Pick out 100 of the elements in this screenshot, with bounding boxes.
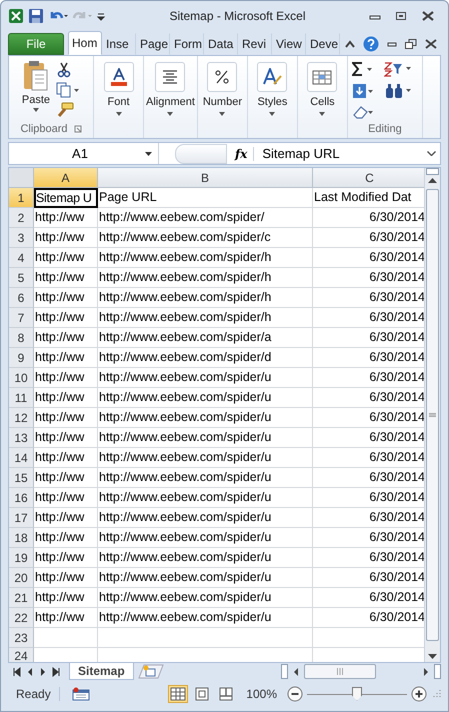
table-cell: Sitemap U [34, 188, 98, 208]
formula-bar-handle[interactable] [175, 144, 227, 164]
table-cell: http://www.eebew.com/spider/a [98, 328, 313, 348]
row-header[interactable]: 17 [9, 508, 34, 528]
split-handle[interactable] [434, 664, 441, 679]
row-header[interactable]: 23 [9, 628, 34, 648]
table-cell: http://ww [34, 408, 98, 428]
name-box[interactable]: A1 [9, 143, 159, 164]
next-sheet-icon[interactable] [38, 666, 48, 676]
dropdown-arrow-icon [219, 112, 226, 116]
scroll-thumb[interactable] [304, 664, 376, 679]
row-header[interactable]: 24 [9, 648, 34, 662]
row-header[interactable]: 10 [9, 368, 34, 388]
normal-view-icon[interactable] [168, 685, 188, 703]
row-header[interactable]: 8 [9, 328, 34, 348]
table-cell: http://www.eebew.com/spider/u [98, 568, 313, 588]
first-sheet-icon[interactable] [12, 666, 22, 676]
table-cell: http://www.eebew.com/spider/ [98, 208, 313, 228]
last-sheet-icon[interactable] [51, 666, 61, 676]
row-header[interactable]: 15 [9, 468, 34, 488]
ribbon-group-button[interactable]: Cells [298, 56, 348, 138]
restore-icon[interactable] [405, 39, 417, 49]
close-icon[interactable] [425, 39, 437, 49]
row-header[interactable]: 20 [9, 568, 34, 588]
table-cell: http://www.eebew.com/spider/u [98, 608, 313, 628]
dropdown-arrow-icon [32, 108, 39, 112]
dropdown-arrow-icon [167, 112, 174, 116]
maximize-icon[interactable] [395, 11, 407, 21]
column-header[interactable]: B [98, 168, 313, 188]
row-header[interactable]: 18 [9, 528, 34, 548]
row-header[interactable]: 19 [9, 548, 34, 568]
row-header[interactable]: 5 [9, 268, 34, 288]
formula-input[interactable]: Sitemap URL [254, 146, 427, 161]
column-header[interactable]: C [313, 168, 424, 188]
ribbon-group-button[interactable]: Number [198, 56, 248, 138]
format-painter-icon[interactable] [56, 102, 74, 118]
row-header[interactable]: 3 [9, 228, 34, 248]
record-macro-icon[interactable] [72, 687, 90, 701]
ribbon-group-button[interactable]: Styles [248, 56, 298, 138]
row-header[interactable]: 1 [9, 188, 34, 208]
close-icon[interactable] [421, 11, 435, 21]
row-header[interactable]: 2 [9, 208, 34, 228]
zoom-level[interactable]: 100% [246, 687, 277, 701]
fill-down-icon[interactable] [352, 82, 374, 99]
excel-logo-icon[interactable] [8, 8, 24, 24]
ribbon-group-button[interactable]: Alignment [144, 56, 198, 138]
table-cell: http://ww [34, 208, 98, 228]
sort-filter-icon[interactable] [384, 61, 412, 78]
column-header[interactable]: A [34, 168, 98, 188]
status-text: Ready [8, 687, 60, 701]
scroll-right-icon[interactable] [421, 666, 431, 676]
scissors-icon[interactable] [56, 62, 72, 78]
zoom-out-icon[interactable] [287, 686, 303, 702]
split-handle[interactable] [426, 168, 439, 175]
ribbon-group-button[interactable]: Font [94, 56, 144, 138]
table-cell: http://www.eebew.com/spider/c [98, 228, 313, 248]
dialog-launcher-icon[interactable] [74, 125, 82, 133]
table-cell: http://www.eebew.com/spider/h [98, 308, 313, 328]
row-header[interactable]: 9 [9, 348, 34, 368]
row-header[interactable]: 22 [9, 608, 34, 628]
row-header[interactable]: 6 [9, 288, 34, 308]
insert-function-button[interactable]: fx [229, 146, 254, 160]
table-cell: http://www.eebew.com/spider/d [98, 348, 313, 368]
percent-icon [215, 70, 230, 84]
eraser-icon[interactable] [352, 104, 374, 119]
ribbon-tab[interactable]: Hom [68, 31, 102, 55]
row-header[interactable]: 7 [9, 308, 34, 328]
sum-icon[interactable] [352, 62, 374, 76]
group-label: Clipboard [20, 123, 68, 135]
collapse-ribbon-icon[interactable] [345, 40, 355, 48]
split-handle[interactable] [281, 664, 288, 679]
row-header[interactable]: 12 [9, 408, 34, 428]
table-cell: http://www.eebew.com/spider/u [98, 448, 313, 468]
zoom-in-icon[interactable] [411, 686, 427, 702]
table-cell: Page URL [98, 188, 313, 208]
new-sheet-icon[interactable] [138, 664, 164, 679]
scroll-thumb[interactable] [426, 189, 439, 641]
table-cell: http://ww [34, 248, 98, 268]
dropdown-arrow-icon [269, 112, 276, 116]
zoom-slider-thumb[interactable] [352, 686, 362, 700]
dropdown-arrow-icon [145, 152, 152, 156]
row-header[interactable]: 21 [9, 588, 34, 608]
row-header[interactable]: 11 [9, 388, 34, 408]
copy-icon[interactable] [56, 82, 80, 98]
save-icon[interactable] [28, 8, 44, 24]
table-cell: http://www.eebew.com/spider/h [98, 288, 313, 308]
row-header[interactable]: 16 [9, 488, 34, 508]
expand-icon[interactable] [427, 151, 436, 156]
table-cell: http://www.eebew.com/spider/u [98, 528, 313, 548]
row-header[interactable]: 14 [9, 448, 34, 468]
paste-button[interactable]: Paste [22, 60, 50, 120]
minimize-icon[interactable] [387, 40, 397, 48]
resize-grip-icon[interactable] [431, 689, 441, 699]
binoculars-icon[interactable] [384, 82, 412, 99]
row-header[interactable]: 13 [9, 428, 34, 448]
help-icon[interactable] [363, 36, 379, 52]
row-header[interactable]: 4 [9, 248, 34, 268]
file-tab[interactable]: File [8, 33, 64, 55]
sheet-tab[interactable]: Sitemap [69, 663, 134, 680]
table-cell: http://ww [34, 608, 98, 628]
